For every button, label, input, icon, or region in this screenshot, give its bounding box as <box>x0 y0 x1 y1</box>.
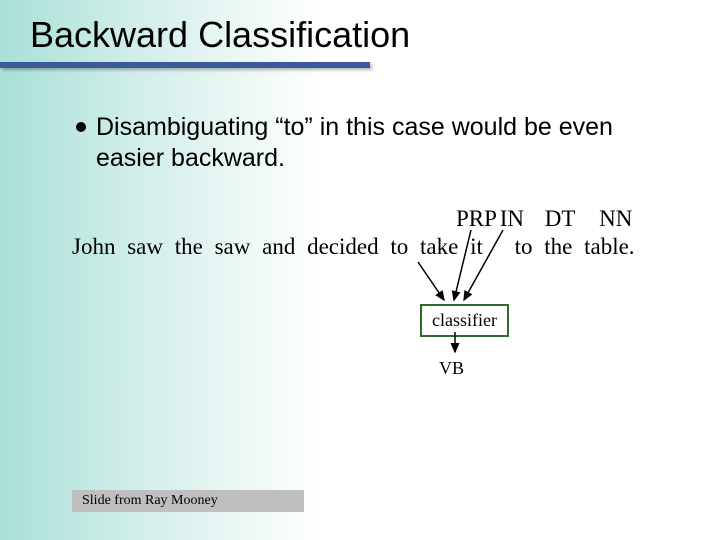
tok-it: it <box>470 234 483 259</box>
bullet-item: Disambiguating “to” in this case would b… <box>76 112 680 175</box>
tok-saw1: saw <box>127 234 163 259</box>
tok-saw2: saw <box>215 234 251 259</box>
tok-the1: the <box>175 234 203 259</box>
tok-the2: the <box>544 234 572 259</box>
tok-to2: to <box>515 234 533 259</box>
pos-tag-dt: DT <box>545 206 576 232</box>
slide-title: Backward Classification <box>30 14 410 56</box>
pos-tag-prp: PRP <box>456 206 497 232</box>
bullet-text: Disambiguating “to” in this case would b… <box>96 112 680 175</box>
credit-bar: Slide from Ray Mooney <box>72 490 304 512</box>
arrow-take <box>418 262 444 300</box>
pos-tag-in: IN <box>500 206 524 232</box>
sentence: John saw the saw and decided to take it … <box>72 234 635 260</box>
title-underline <box>0 62 370 68</box>
tok-decided: decided <box>307 234 379 259</box>
tok-john: John <box>72 234 115 259</box>
tok-take: take <box>420 234 458 259</box>
classifier-box: classifier <box>420 304 509 337</box>
output-tag: VB <box>439 358 464 379</box>
slide: Backward Classification Disambiguating “… <box>0 0 720 540</box>
credit-text: Slide from Ray Mooney <box>82 493 218 509</box>
pos-tag-nn: NN <box>599 206 632 232</box>
tok-table: table. <box>584 234 634 259</box>
tok-and: and <box>262 234 295 259</box>
pos-row: PRP IN DT NN <box>72 206 632 232</box>
tok-to1: to <box>390 234 408 259</box>
bullet-icon <box>76 122 86 132</box>
diagram: PRP IN DT NN John saw the saw and decide… <box>72 200 680 420</box>
